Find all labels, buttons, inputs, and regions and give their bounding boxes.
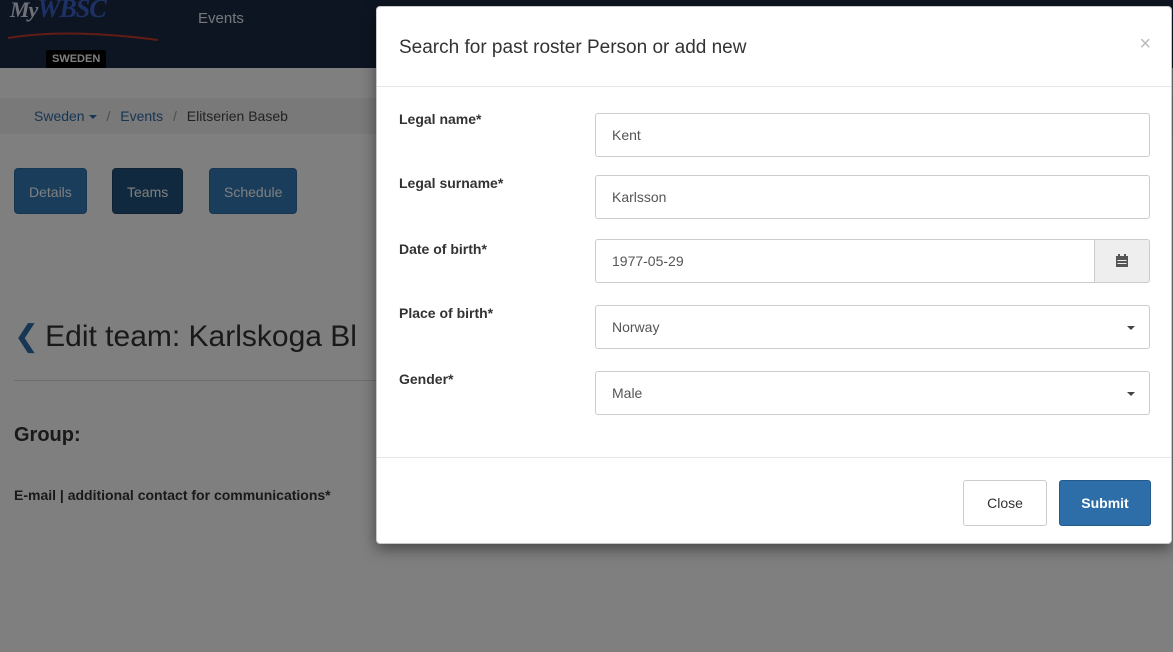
gender-value: Male (612, 385, 643, 401)
place-of-birth-row: Place of birth* Norway (377, 305, 1171, 355)
gender-select[interactable]: Male (595, 371, 1150, 415)
close-button[interactable]: Close (963, 480, 1047, 526)
search-person-modal: Search for past roster Person or add new… (376, 6, 1172, 544)
modal-header: Search for past roster Person or add new… (377, 7, 1171, 87)
calendar-button[interactable] (1095, 239, 1150, 283)
legal-name-label: Legal name* (399, 111, 482, 127)
date-of-birth-row: Date of birth* 1977-05-29 (377, 239, 1171, 291)
legal-surname-row: Legal surname* Karlsson (377, 175, 1171, 225)
submit-button[interactable]: Submit (1059, 480, 1151, 526)
place-of-birth-select[interactable]: Norway (595, 305, 1150, 349)
date-of-birth-input[interactable]: 1977-05-29 (595, 239, 1095, 283)
legal-name-input[interactable]: Kent (595, 113, 1150, 157)
gender-label: Gender* (399, 371, 454, 387)
chevron-down-icon (1127, 392, 1135, 396)
close-icon[interactable]: × (1139, 33, 1151, 56)
modal-title: Search for past roster Person or add new (399, 37, 747, 58)
place-of-birth-value: Norway (612, 319, 660, 335)
legal-name-row: Legal name* Kent (377, 111, 1171, 161)
place-of-birth-label: Place of birth* (399, 305, 494, 321)
legal-surname-label: Legal surname* (399, 175, 504, 191)
gender-row: Gender* Male (377, 371, 1171, 421)
modal-footer: Close Submit (377, 457, 1171, 545)
calendar-icon (1116, 254, 1128, 267)
date-of-birth-label: Date of birth* (399, 241, 487, 257)
chevron-down-icon (1127, 326, 1135, 330)
legal-surname-input[interactable]: Karlsson (595, 175, 1150, 219)
